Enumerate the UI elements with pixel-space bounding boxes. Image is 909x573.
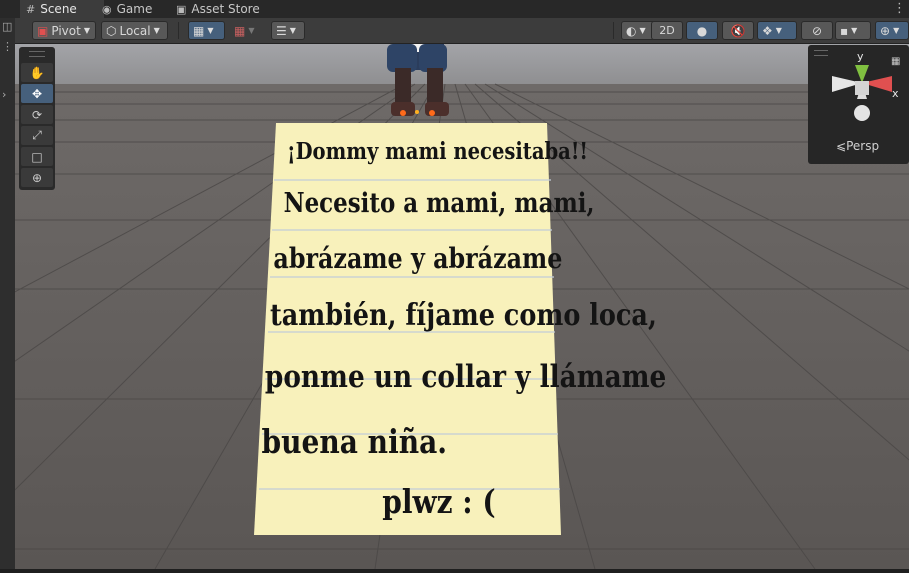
note-signature: plwz : ( xyxy=(382,482,496,521)
rotate-tool[interactable]: ⟳ xyxy=(21,105,53,124)
drag-handle[interactable] xyxy=(29,51,45,57)
gizmos-dropdown[interactable]: ⊕ ▼ xyxy=(875,21,909,40)
local-cube-icon: ⬡ xyxy=(106,23,117,38)
pivot-dropdown[interactable]: ▣ Pivot ▼ xyxy=(32,21,96,40)
eye-off-icon: ⊘ xyxy=(811,23,823,38)
scale-tool[interactable]: ⤢ xyxy=(21,126,53,145)
chevron-down-icon: ▼ xyxy=(83,26,90,35)
grid-snapping-button[interactable]: ▦ ▼ xyxy=(188,21,225,40)
chevron-down-icon: ▼ xyxy=(248,26,255,35)
chevron-down-icon: ▼ xyxy=(153,26,160,35)
projection-label: Persp xyxy=(846,139,880,153)
rect-transform-icon: □ xyxy=(31,149,43,164)
chevron-down-icon: ▼ xyxy=(893,26,900,35)
effects-dropdown[interactable]: ❖ ▼ xyxy=(757,21,797,40)
tab-menu-icon[interactable]: ⋮ xyxy=(893,0,906,18)
layers-icon: ❖ xyxy=(762,23,773,38)
bottom-bar xyxy=(0,569,909,573)
note-line-5: ponme un collar y llámame xyxy=(264,359,667,395)
note-line-4: también, fíjame como loca, xyxy=(270,298,657,333)
increment-snap-button[interactable]: ▦ ▼ xyxy=(229,21,265,40)
note-line-3: abrázame y abrázame xyxy=(273,242,563,275)
tools-overlay: ✋ ✥ ⟳ ⤢ □ ⊕ xyxy=(19,47,55,190)
chevron-down-icon: ▼ xyxy=(639,26,646,35)
mode-2d-label: 2D xyxy=(659,24,675,37)
globe-gizmo-icon: ⊕ xyxy=(880,23,891,38)
rotate-icon: ⟳ xyxy=(31,107,43,122)
chevron-down-icon: ▼ xyxy=(775,26,782,35)
local-label: Local xyxy=(119,23,151,38)
grid-snap-icon: ▦ xyxy=(193,23,205,38)
left-dock-strip: ◫ ⋮ › xyxy=(0,18,15,573)
audio-toggle[interactable]: 🔇 xyxy=(722,21,754,40)
projection-toggle[interactable]: ⩽Persp xyxy=(836,139,879,153)
chevron-down-icon: ▼ xyxy=(207,26,214,35)
scene-toolbar: ▣ Pivot ▼ ⬡ Local ▼ ▦ ▼ ▦ ▼ ☰ ▼ ◐ ▼ 2D ●… xyxy=(15,18,909,44)
scene-viewport[interactable]: ¡Dommy mami necesitaba!! Necesito a mami… xyxy=(15,44,909,569)
increment-snap-icon: ▦ xyxy=(234,23,246,38)
note-line-6: buena niña. xyxy=(261,422,448,461)
toolbar-separator xyxy=(178,22,179,39)
local-dropdown[interactable]: ⬡ Local ▼ xyxy=(101,21,168,40)
tab-asset-store-label: Asset Store xyxy=(191,2,260,16)
tab-scene-label: Scene xyxy=(40,2,77,16)
expand-arrow-icon[interactable]: › xyxy=(2,88,6,101)
align-icon: ☰ xyxy=(276,23,287,38)
audio-mute-icon: 🔇 xyxy=(730,23,746,38)
draw-mode-dropdown[interactable]: ◐ ▼ xyxy=(621,21,655,40)
camera-dropdown[interactable]: ▪ ▼ xyxy=(835,21,871,40)
tab-game[interactable]: ◉ Game xyxy=(100,0,174,18)
window-icon[interactable]: ◫ xyxy=(2,20,12,33)
move-tool[interactable]: ✥ xyxy=(21,84,53,103)
rect-tool[interactable]: □ xyxy=(21,147,53,166)
align-button[interactable]: ☰ ▼ xyxy=(271,21,305,40)
tab-game-label: Game xyxy=(116,2,153,16)
transform-icon: ⊕ xyxy=(31,170,43,185)
pivot-icon: ▣ xyxy=(37,23,49,38)
tab-asset-store[interactable]: ▣ Asset Store xyxy=(176,0,276,18)
shading-sphere-icon: ◐ xyxy=(626,23,637,38)
axis-x-label: x xyxy=(892,87,899,100)
note-text: ¡Dommy mami necesitaba!! Necesito a mami… xyxy=(15,44,775,569)
toolbar-separator xyxy=(613,22,614,39)
tab-scene[interactable]: # Scene xyxy=(20,0,104,18)
chevron-down-icon: ▼ xyxy=(851,26,858,35)
transform-tool[interactable]: ⊕ xyxy=(21,168,53,187)
hand-tool[interactable]: ✋ xyxy=(21,63,53,82)
lightbulb-icon: ● xyxy=(696,23,708,38)
chevron-down-icon: ▼ xyxy=(289,26,296,35)
shopping-bag-icon: ▣ xyxy=(176,2,187,16)
note-line-2: Necesito a mami, mami, xyxy=(283,188,595,219)
lighting-toggle[interactable]: ● xyxy=(686,21,718,40)
scene-grid-icon: # xyxy=(26,2,36,16)
move-arrows-icon: ✥ xyxy=(31,86,43,101)
tab-bar: # Scene ◉ Game ▣ Asset Store ⋮ xyxy=(0,0,909,18)
camera-icon: ▪ xyxy=(840,23,849,38)
note-line-1: ¡Dommy mami necesitaba!! xyxy=(287,138,589,165)
visibility-toggle[interactable]: ⊘ xyxy=(801,21,833,40)
mode-2d-button[interactable]: 2D xyxy=(651,21,683,40)
hand-icon: ✋ xyxy=(29,65,45,80)
pivot-label: Pivot xyxy=(51,23,81,38)
kebab-icon[interactable]: ⋮ xyxy=(2,40,13,53)
gamepad-icon: ◉ xyxy=(102,2,112,16)
axis-y-label: y xyxy=(857,50,864,63)
perspective-icon: ⩽ xyxy=(836,139,847,153)
scale-icon: ⤢ xyxy=(32,128,42,142)
